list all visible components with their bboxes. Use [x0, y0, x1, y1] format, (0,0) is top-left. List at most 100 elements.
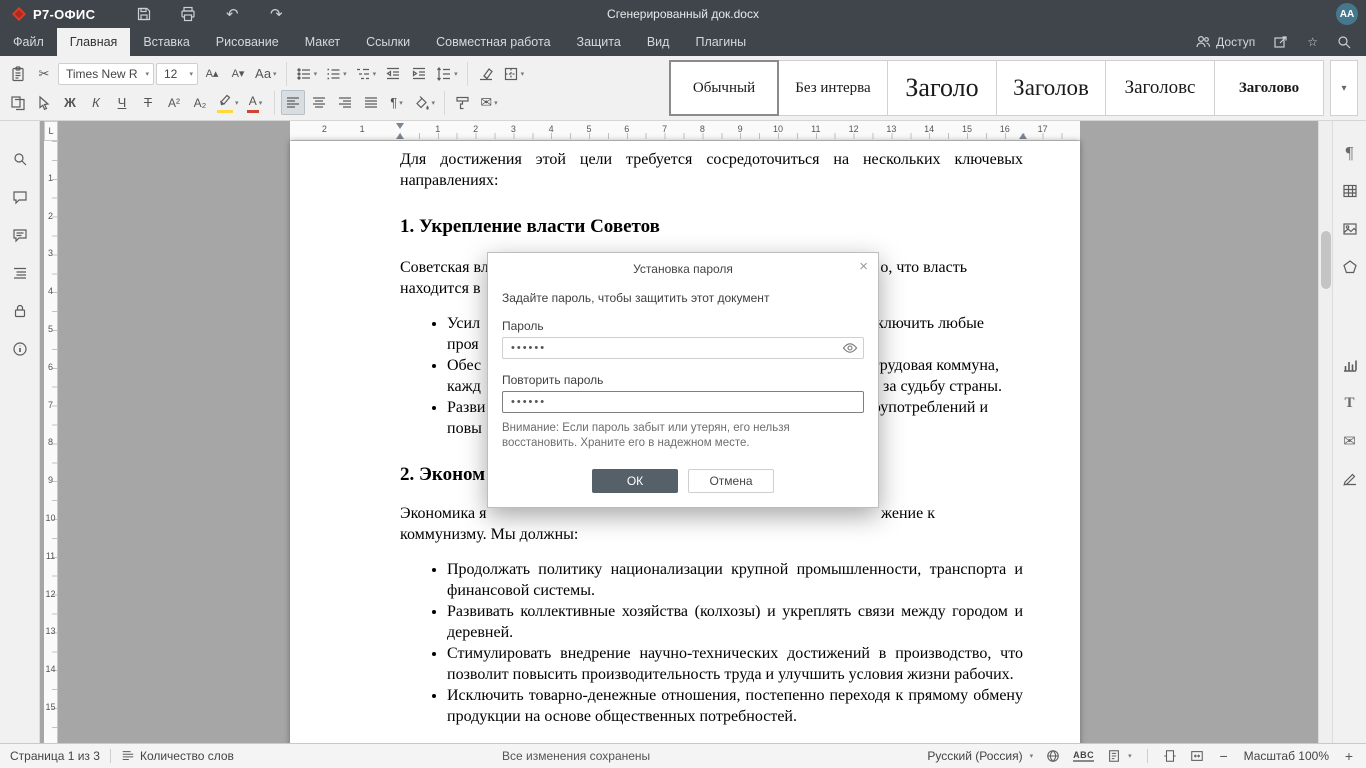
italic-button[interactable]: К: [84, 90, 108, 115]
search-icon[interactable]: [8, 147, 32, 171]
tab-collaboration[interactable]: Совместная работа: [423, 28, 563, 56]
table-settings-icon[interactable]: [1338, 179, 1362, 203]
tab-selector[interactable]: L: [44, 121, 58, 141]
paragraph-settings-icon[interactable]: ¶: [1338, 141, 1362, 165]
cancel-button[interactable]: Отмена: [688, 469, 774, 493]
line-spacing-icon[interactable]: ▾: [433, 61, 461, 86]
about-info-icon[interactable]: [8, 337, 32, 361]
style-heading-4[interactable]: Заголово: [1214, 60, 1324, 116]
numbered-list-icon[interactable]: ▾: [322, 61, 350, 86]
zoom-level[interactable]: Масштаб 100%: [1244, 749, 1329, 763]
ok-button[interactable]: ОК: [592, 469, 678, 493]
multilevel-list-icon[interactable]: ▾: [352, 61, 380, 86]
tab-protection[interactable]: Защита: [564, 28, 634, 56]
bullet-list-icon[interactable]: ▾: [293, 61, 321, 86]
tab-home[interactable]: Главная: [56, 28, 131, 56]
set-language-globe-icon[interactable]: [1046, 749, 1060, 763]
v-ruler[interactable]: 1 2 3 4 5 6 7 8 9 10 11 12 13 14 15: [44, 141, 58, 743]
search-icon[interactable]: [1336, 34, 1352, 50]
close-icon[interactable]: ×: [859, 259, 868, 274]
show-password-eye-icon[interactable]: [842, 340, 858, 356]
vertical-scrollbar[interactable]: [1318, 121, 1332, 743]
copy-style-icon[interactable]: [451, 90, 475, 115]
open-file-location-icon[interactable]: [1273, 34, 1289, 50]
fit-page-icon[interactable]: [1163, 749, 1177, 763]
scrollbar-thumb[interactable]: [1321, 231, 1331, 289]
align-left-button[interactable]: [280, 90, 305, 115]
align-justify-button[interactable]: [359, 90, 383, 115]
password-input[interactable]: [502, 337, 864, 359]
subscript-button[interactable]: А₂: [188, 90, 212, 115]
share-access-button[interactable]: Доступ: [1195, 34, 1255, 50]
fit-width-icon[interactable]: [1190, 749, 1204, 763]
zoom-out-button[interactable]: −: [1217, 748, 1231, 764]
superscript-button[interactable]: А²: [162, 90, 186, 115]
style-normal[interactable]: Обычный: [669, 60, 779, 116]
change-case-button[interactable]: Аа ▾: [252, 61, 280, 86]
mail-merge-icon[interactable]: ✉ ▾: [477, 90, 501, 115]
text-art-settings-icon[interactable]: Т: [1338, 391, 1362, 415]
highlight-color-button[interactable]: ▾: [214, 90, 242, 115]
chart-settings-icon[interactable]: [1338, 353, 1362, 377]
review-display-mode-button[interactable]: ▾: [1107, 749, 1132, 763]
first-line-indent-marker[interactable]: [396, 123, 404, 129]
style-no-spacing[interactable]: Без интерва: [778, 60, 888, 116]
copy-icon[interactable]: [6, 90, 30, 115]
align-center-button[interactable]: [307, 90, 331, 115]
undo-icon[interactable]: ↶: [223, 5, 241, 23]
comments-icon[interactable]: [8, 185, 32, 209]
user-avatar[interactable]: АА: [1336, 3, 1358, 25]
select-all-icon[interactable]: [32, 90, 56, 115]
navigation-headings-icon[interactable]: [8, 261, 32, 285]
users-icon: [1196, 35, 1211, 48]
language-select[interactable]: Русский (Россия) ▾: [927, 749, 1033, 763]
chat-icon[interactable]: [8, 223, 32, 247]
tab-insert[interactable]: Вставка: [130, 28, 202, 56]
dialog-header[interactable]: Установка пароля ×: [488, 253, 878, 285]
shading-button[interactable]: ▾: [411, 90, 439, 115]
print-icon[interactable]: [179, 5, 197, 23]
nonprinting-characters-button[interactable]: ¶ ▾: [385, 90, 409, 115]
signature-settings-icon[interactable]: [1338, 467, 1362, 491]
style-heading-2[interactable]: Заголов: [996, 60, 1106, 116]
underline-button[interactable]: Ч: [110, 90, 134, 115]
clear-formatting-icon[interactable]: [474, 61, 498, 86]
tab-view[interactable]: Вид: [634, 28, 683, 56]
borders-icon[interactable]: ▾: [500, 61, 528, 86]
decrease-indent-icon[interactable]: [381, 61, 405, 86]
shape-settings-icon[interactable]: [1338, 255, 1362, 279]
repeat-password-input[interactable]: [502, 391, 864, 413]
mail-merge-settings-icon[interactable]: ✉: [1338, 429, 1362, 453]
zoom-in-button[interactable]: +: [1342, 748, 1356, 764]
right-indent-marker[interactable]: [1019, 133, 1027, 139]
increase-font-button[interactable]: А▴: [200, 61, 224, 86]
image-settings-icon[interactable]: [1338, 217, 1362, 241]
cut-icon[interactable]: ✂: [32, 61, 56, 86]
tab-references[interactable]: Ссылки: [353, 28, 423, 56]
redo-icon[interactable]: ↷: [267, 5, 285, 23]
save-icon[interactable]: [135, 5, 153, 23]
font-size-select[interactable]: 12 ▾: [156, 62, 198, 85]
h-ruler[interactable]: 2 1 1 2 3 4 5 6 7 8 9 10 11 12 13 14 15 16 17: [290, 121, 1080, 141]
strikethrough-button[interactable]: Т: [136, 90, 160, 115]
font-name-select[interactable]: Times New R ▾: [58, 62, 154, 85]
font-color-button[interactable]: А ▾: [244, 90, 268, 115]
favorite-star-icon[interactable]: ☆: [1307, 36, 1318, 48]
tab-draw[interactable]: Рисование: [203, 28, 292, 56]
paste-icon[interactable]: [6, 61, 30, 86]
style-heading-1[interactable]: Заголо: [887, 60, 997, 116]
tab-plugins[interactable]: Плагины: [682, 28, 759, 56]
page-indicator[interactable]: Страница 1 из 3: [10, 749, 100, 763]
left-indent-marker[interactable]: [396, 133, 404, 139]
tab-file[interactable]: Файл: [0, 28, 57, 56]
word-count-button[interactable]: Количество слов: [121, 749, 234, 763]
bold-button[interactable]: Ж: [58, 90, 82, 115]
tab-layout[interactable]: Макет: [292, 28, 353, 56]
increase-indent-icon[interactable]: [407, 61, 431, 86]
decrease-font-button[interactable]: А▾: [226, 61, 250, 86]
spellcheck-button[interactable]: ABC: [1073, 750, 1095, 762]
align-right-button[interactable]: [333, 90, 357, 115]
style-heading-3[interactable]: Заголовс: [1105, 60, 1215, 116]
style-gallery-expand-button[interactable]: ▾: [1330, 60, 1358, 116]
protection-lock-icon[interactable]: [8, 299, 32, 323]
